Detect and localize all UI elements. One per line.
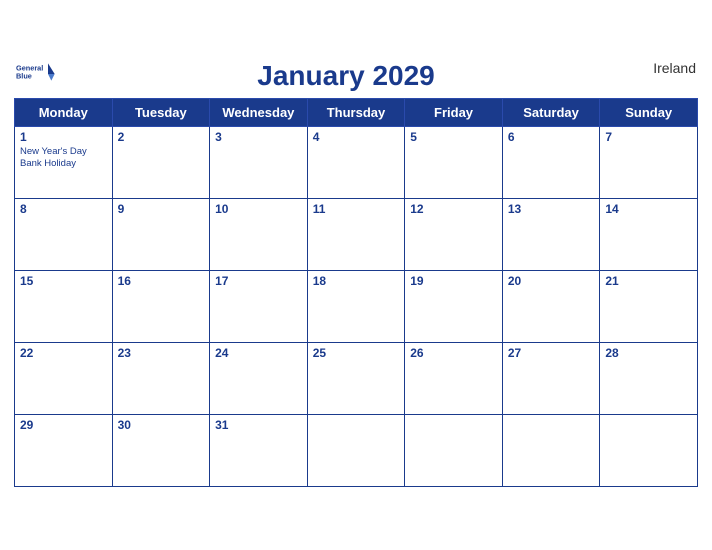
day-number: 10	[215, 202, 302, 216]
day-number: 21	[605, 274, 692, 288]
day-number: 24	[215, 346, 302, 360]
day-number: 16	[118, 274, 205, 288]
day-number: 6	[508, 130, 595, 144]
day-number: 25	[313, 346, 400, 360]
calendar-table: Monday Tuesday Wednesday Thursday Friday…	[14, 98, 698, 487]
day-cell: 5	[405, 126, 503, 198]
week-row-2: 89 10 11 12 13 14	[15, 198, 698, 270]
header-saturday: Saturday	[502, 98, 600, 126]
day-number: 3	[215, 130, 302, 144]
day-number: 15	[20, 274, 107, 288]
day-cell: 27	[502, 342, 600, 414]
logo-area: General Blue	[16, 60, 56, 88]
week-row-1: 1 New Year's Day Bank Holiday 234567	[15, 126, 698, 198]
general-blue-logo: General Blue	[16, 60, 56, 88]
day-number: 27	[508, 346, 595, 360]
day-number: 20	[508, 274, 595, 288]
day-cell: 15	[15, 270, 113, 342]
header-thursday: Thursday	[307, 98, 405, 126]
day-cell: 12	[405, 198, 503, 270]
day-cell: 22	[15, 342, 113, 414]
day-cell: 28	[600, 342, 698, 414]
day-cell: 17	[210, 270, 308, 342]
day-cell: 25	[307, 342, 405, 414]
day-number: 13	[508, 202, 595, 216]
day-number: 26	[410, 346, 497, 360]
day-number: 11	[313, 202, 400, 216]
calendar-container: General Blue January 2029 Ireland Monday…	[0, 50, 712, 501]
day-cell	[405, 414, 503, 486]
holiday-text: New Year's Day Bank Holiday	[20, 146, 107, 171]
day-cell: 20	[502, 270, 600, 342]
day-number: 1	[20, 130, 107, 144]
day-number: 19	[410, 274, 497, 288]
day-cell: 21	[600, 270, 698, 342]
day-number: 28	[605, 346, 692, 360]
day-cell: 6	[502, 126, 600, 198]
day-number: 18	[313, 274, 400, 288]
day-cell: 23	[112, 342, 210, 414]
day-number: 5	[410, 130, 497, 144]
day-cell: 14	[600, 198, 698, 270]
day-number: 23	[118, 346, 205, 360]
day-number: 2	[118, 130, 205, 144]
day-cell: 31	[210, 414, 308, 486]
day-cell	[307, 414, 405, 486]
day-cell: 16	[112, 270, 210, 342]
day-cell: 1 New Year's Day Bank Holiday	[15, 126, 113, 198]
day-number: 30	[118, 418, 205, 432]
day-cell: 2	[112, 126, 210, 198]
header-friday: Friday	[405, 98, 503, 126]
day-cell: 10	[210, 198, 308, 270]
day-cell: 26	[405, 342, 503, 414]
day-cell	[502, 414, 600, 486]
header-wednesday: Wednesday	[210, 98, 308, 126]
day-cell: 13	[502, 198, 600, 270]
day-number: 9	[118, 202, 205, 216]
day-cell: 29	[15, 414, 113, 486]
calendar-header: General Blue January 2029 Ireland	[14, 60, 698, 92]
week-row-3: 15 16 17 18 19 20 21	[15, 270, 698, 342]
day-cell: 11	[307, 198, 405, 270]
day-number: 14	[605, 202, 692, 216]
day-cell: 18	[307, 270, 405, 342]
day-cell: 4	[307, 126, 405, 198]
day-cell: 19	[405, 270, 503, 342]
day-number: 4	[313, 130, 400, 144]
header-tuesday: Tuesday	[112, 98, 210, 126]
calendar-body: 1New Year's Day Bank Holiday234567891011…	[15, 126, 698, 486]
day-cell: 30	[112, 414, 210, 486]
day-number: 29	[20, 418, 107, 432]
day-cell	[600, 414, 698, 486]
day-number: 8	[20, 202, 107, 216]
day-number: 22	[20, 346, 107, 360]
header-sunday: Sunday	[600, 98, 698, 126]
day-cell: 24	[210, 342, 308, 414]
header-monday: Monday	[15, 98, 113, 126]
day-cell: 3	[210, 126, 308, 198]
day-number: 31	[215, 418, 302, 432]
day-number: 17	[215, 274, 302, 288]
day-cell: 8	[15, 198, 113, 270]
day-number: 12	[410, 202, 497, 216]
country-label: Ireland	[636, 60, 696, 76]
day-cell: 7	[600, 126, 698, 198]
day-number: 7	[605, 130, 692, 144]
weekday-header-row: Monday Tuesday Wednesday Thursday Friday…	[15, 98, 698, 126]
day-cell: 9	[112, 198, 210, 270]
week-row-4: 22 23 24 25 26 27 28	[15, 342, 698, 414]
calendar-title: January 2029	[56, 60, 636, 92]
svg-text:Blue: Blue	[16, 71, 32, 80]
week-row-5: 29 30 31	[15, 414, 698, 486]
